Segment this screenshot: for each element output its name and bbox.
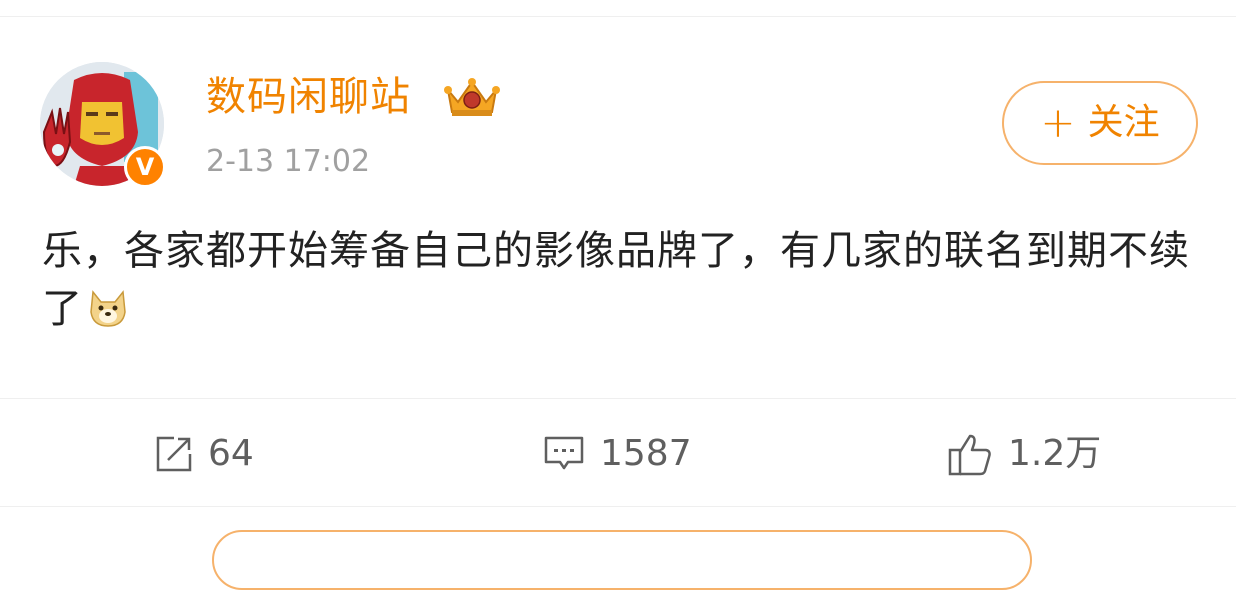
repost-icon [156,436,192,472]
repost-count: 64 [208,433,254,474]
crown-badge-icon [444,78,500,116]
repost-button[interactable]: 64 [154,426,254,482]
plus-icon: + [1040,98,1076,147]
top-divider [0,16,1236,17]
follow-button[interactable]: + 关注 [1002,81,1198,165]
comment-button[interactable]: 1587 [542,426,692,482]
post-content: 乐，各家都开始筹备自己的影像品牌了，有几家的联名到期不续了 [42,222,1202,338]
comment-count: 1587 [600,433,692,474]
like-button[interactable]: 1.2万 [946,426,1101,482]
post-timestamp: 2-13 17:02 [206,144,371,179]
thumbs-up-icon [948,434,991,476]
doge-icon [90,290,126,327]
verified-badge: V [124,146,166,188]
post-text: 乐，各家都开始筹备自己的影像品牌了，有几家的联名到期不续了 [42,228,1190,332]
comment-icon [544,436,584,470]
follow-label: 关注 [1087,102,1160,143]
action-divider [0,398,1236,399]
author-name[interactable]: 数码闲聊站 [206,71,411,123]
like-count: 1.2万 [1008,433,1102,474]
bottom-action-button[interactable] [212,530,1032,590]
bottom-divider [0,506,1236,507]
